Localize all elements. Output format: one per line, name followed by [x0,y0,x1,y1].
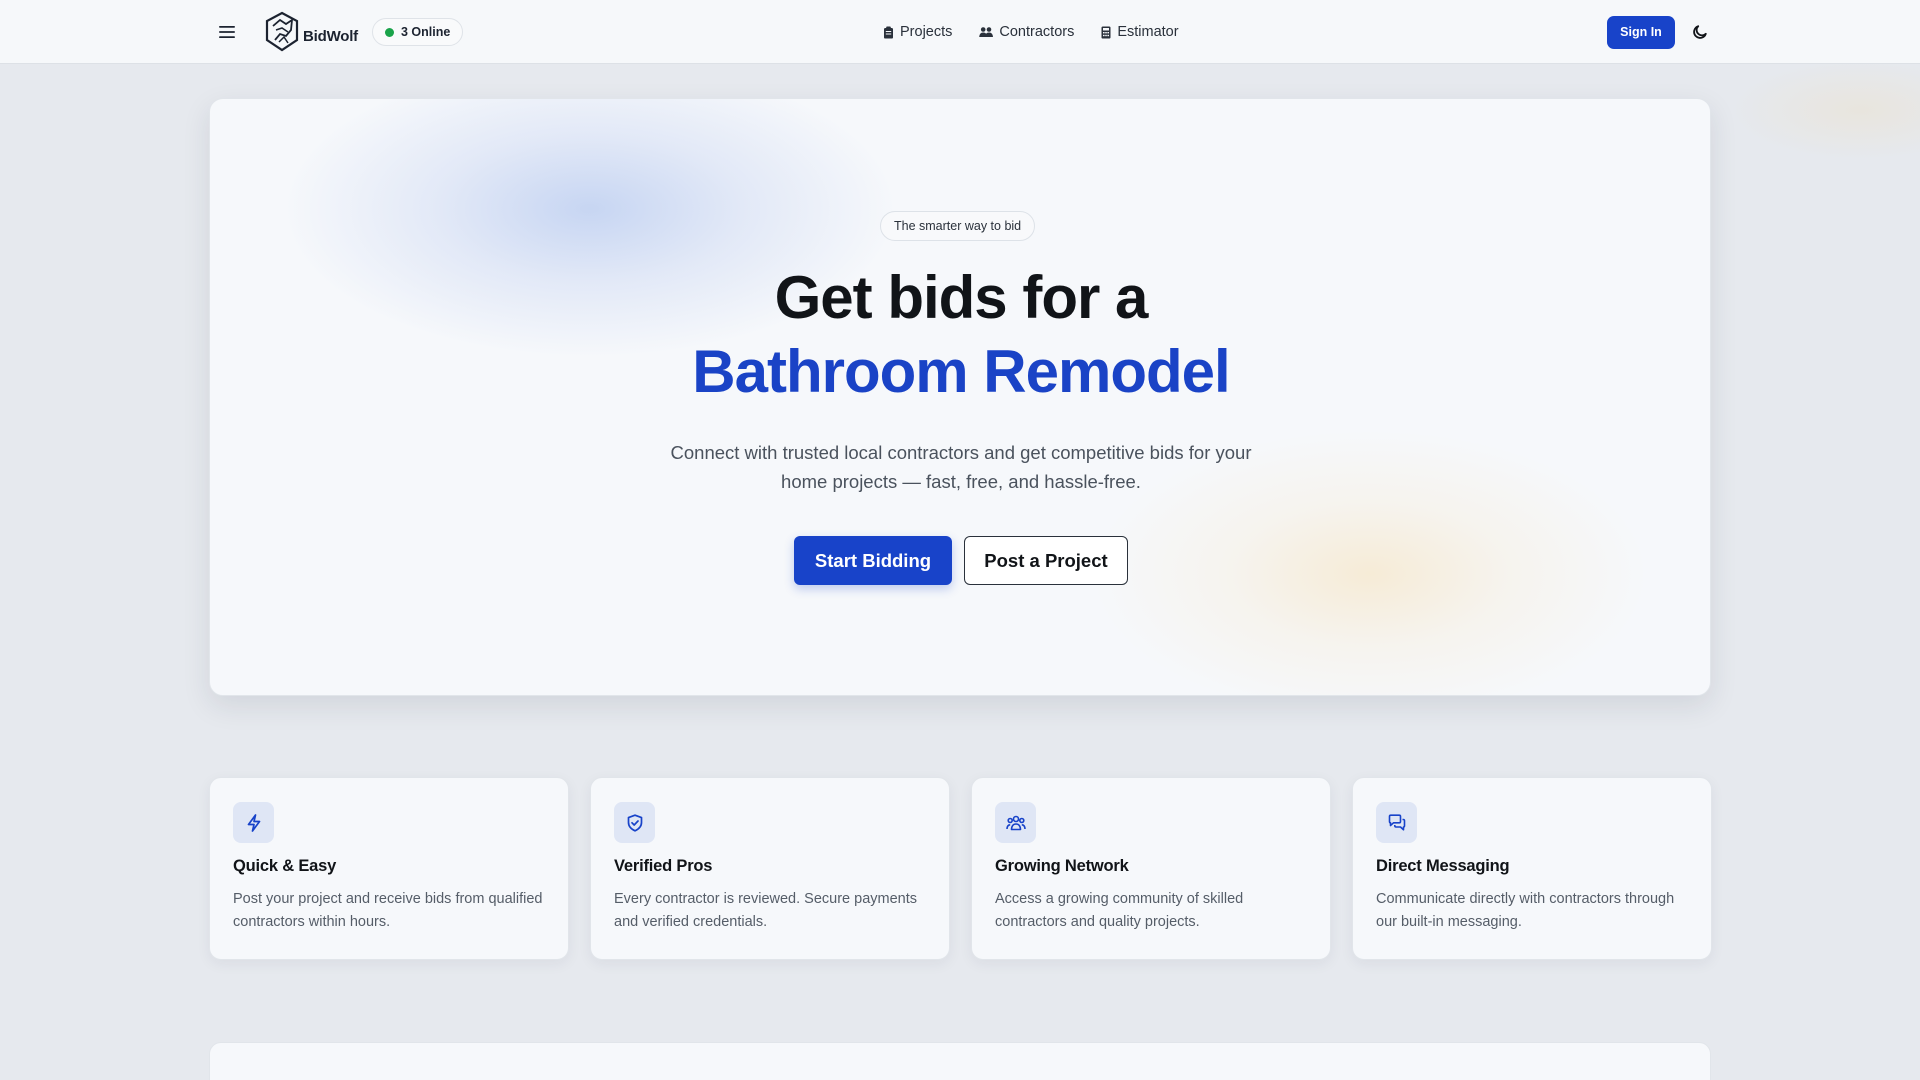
next-section-card [209,1042,1711,1080]
feature-icon-badge [233,802,274,843]
navbar-right: Sign In [1607,0,1710,64]
calculator-icon [1101,26,1111,38]
brand-name: BidWolf [303,27,358,45]
theme-toggle-button[interactable] [1690,22,1710,42]
online-status-badge: 3 Online [371,18,464,46]
online-count: 3 Online [400,25,451,39]
nav-link-label: Estimator [1117,24,1179,40]
hamburger-icon [219,26,235,38]
feature-description: Communicate directly with contractors th… [1376,891,1675,930]
nav-link-contractors[interactable]: Contractors [979,24,1074,40]
feature-icon-badge [995,802,1036,843]
online-dot-icon [384,27,394,37]
clipboard-icon [884,26,893,38]
nav-link-estimator[interactable]: Estimator [1101,24,1179,40]
feature-card-quick-easy: Quick & Easy Post your project and recei… [209,777,569,960]
feature-title: Quick & Easy [233,857,337,875]
feature-description: Access a growing community of skilled co… [995,891,1244,930]
hero-title-highlight: Bathroom Remodel [692,338,1230,405]
feature-icon-badge [1376,802,1417,843]
nav-link-label: Projects [900,24,953,40]
group-icon [1005,815,1026,830]
feature-title: Verified Pros [614,857,713,875]
feature-card-verified-pros: Verified Pros Every contractor is review… [590,777,950,960]
feature-description: Every contractor is reviewed. Secure pay… [614,891,918,930]
main-nav: Projects Contractors Estimator [883,0,1206,64]
brand-logo[interactable]: BidWolf [262,10,358,54]
users-icon [979,27,994,37]
moon-icon [1693,25,1707,39]
chat-icon [1388,814,1405,831]
feature-card-direct-messaging: Direct Messaging Communicate directly wi… [1352,777,1712,960]
feature-card-growing-network: Growing Network Access a growing communi… [971,777,1331,960]
hero-tagline-badge: The smarter way to bid [880,211,1036,241]
top-navbar: BidWolf 3 Online Projects Contractors Es… [0,0,1920,64]
hero-title: Get bids for a [774,264,1149,331]
background-glow [1730,60,1920,160]
hero-section: The smarter way to bid Get bids for a Ba… [209,98,1711,696]
feature-icon-badge [614,802,655,843]
feature-description: Post your project and receive bids from … [233,891,543,930]
nav-link-projects[interactable]: Projects [883,24,952,40]
sign-in-button[interactable]: Sign In [1607,15,1675,49]
nav-link-label: Contractors [999,24,1075,40]
navbar-left: BidWolf 3 Online [214,0,464,64]
hero-subtitle: Connect with trusted local contractors a… [670,442,1252,492]
shield-check-icon [627,813,642,832]
menu-button[interactable] [214,19,240,45]
wolf-logo-icon [265,11,299,52]
start-bidding-button[interactable]: Start Bidding [794,536,952,585]
lightning-icon [247,813,260,832]
post-project-button[interactable]: Post a Project [964,536,1128,585]
feature-title: Growing Network [995,857,1129,875]
feature-title: Direct Messaging [1376,857,1510,875]
